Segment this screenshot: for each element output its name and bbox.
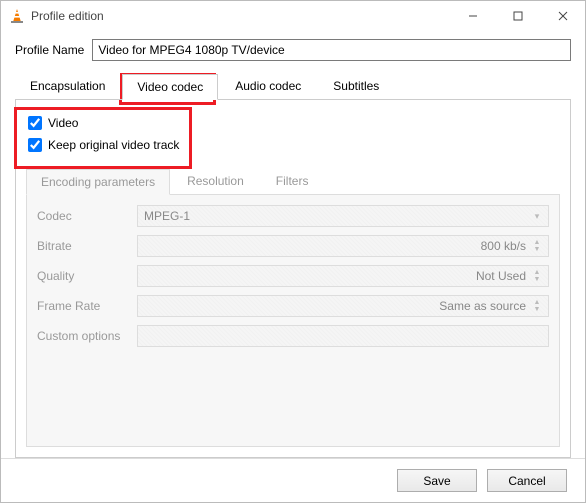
tab-audio-codec[interactable]: Audio codec (220, 73, 316, 99)
minimize-button[interactable] (450, 1, 495, 31)
tab-video-codec[interactable]: Video codec (122, 74, 218, 100)
chevron-down-icon: ▾ (530, 211, 544, 222)
spinner-icon: ▲▼ (530, 299, 544, 313)
subtab-resolution[interactable]: Resolution (172, 168, 259, 194)
tab-encapsulation[interactable]: Encapsulation (15, 73, 120, 99)
quality-value: Not Used (476, 269, 526, 283)
codec-label: Codec (37, 209, 137, 223)
close-button[interactable] (540, 1, 585, 31)
profile-name-input[interactable] (92, 39, 571, 61)
profile-name-row: Profile Name (15, 39, 571, 61)
dialog-buttons: Save Cancel (15, 459, 571, 492)
frame-rate-row: Frame Rate Same as source ▲▼ (37, 295, 549, 317)
frame-rate-label: Frame Rate (37, 299, 137, 313)
subtab-filters[interactable]: Filters (261, 168, 324, 194)
quality-row: Quality Not Used ▲▼ (37, 265, 549, 287)
spinner-icon: ▲▼ (530, 269, 544, 283)
frame-rate-value: Same as source (439, 299, 526, 313)
profile-name-label: Profile Name (15, 43, 84, 57)
maximize-button[interactable] (495, 1, 540, 31)
video-checkbox-label: Video (48, 116, 78, 130)
bitrate-value: 800 kb/s (481, 239, 526, 253)
frame-rate-spinner[interactable]: Same as source ▲▼ (137, 295, 549, 317)
keep-original-checkbox-label: Keep original video track (48, 138, 179, 152)
bitrate-spinner[interactable]: 800 kb/s ▲▼ (137, 235, 549, 257)
video-checkbox-row[interactable]: Video (26, 112, 560, 134)
bitrate-label: Bitrate (37, 239, 137, 253)
codec-row: Codec MPEG-1 ▾ (37, 205, 549, 227)
tab-subtitles[interactable]: Subtitles (318, 73, 394, 99)
subtab-encoding[interactable]: Encoding parameters (26, 169, 170, 195)
vlc-cone-icon (9, 8, 25, 24)
cancel-button[interactable]: Cancel (487, 469, 567, 492)
codec-select[interactable]: MPEG-1 ▾ (137, 205, 549, 227)
bitrate-row: Bitrate 800 kb/s ▲▼ (37, 235, 549, 257)
profile-edition-window: Profile edition Profile Name Encapsulati… (0, 0, 586, 503)
dialog-body: Profile Name Encapsulation Video codec A… (1, 31, 585, 502)
encoding-parameters-panel: Codec MPEG-1 ▾ Bitrate 800 kb/s ▲▼ Quali… (26, 195, 560, 447)
main-tabs: Encapsulation Video codec Audio codec Su… (15, 73, 571, 100)
custom-options-label: Custom options (37, 329, 137, 343)
keep-original-checkbox-row[interactable]: Keep original video track (26, 134, 560, 156)
save-button[interactable]: Save (397, 469, 477, 492)
quality-spinner[interactable]: Not Used ▲▼ (137, 265, 549, 287)
keep-original-checkbox[interactable] (28, 138, 42, 152)
video-checkbox[interactable] (28, 116, 42, 130)
codec-value: MPEG-1 (144, 209, 190, 223)
sub-tabs: Encoding parameters Resolution Filters (26, 168, 560, 195)
custom-options-row: Custom options (37, 325, 549, 347)
window-title: Profile edition (31, 9, 450, 23)
titlebar: Profile edition (1, 1, 585, 31)
quality-label: Quality (37, 269, 137, 283)
spinner-icon: ▲▼ (530, 239, 544, 253)
custom-options-input[interactable] (137, 325, 549, 347)
video-codec-panel: Video Keep original video track Encoding… (15, 100, 571, 458)
